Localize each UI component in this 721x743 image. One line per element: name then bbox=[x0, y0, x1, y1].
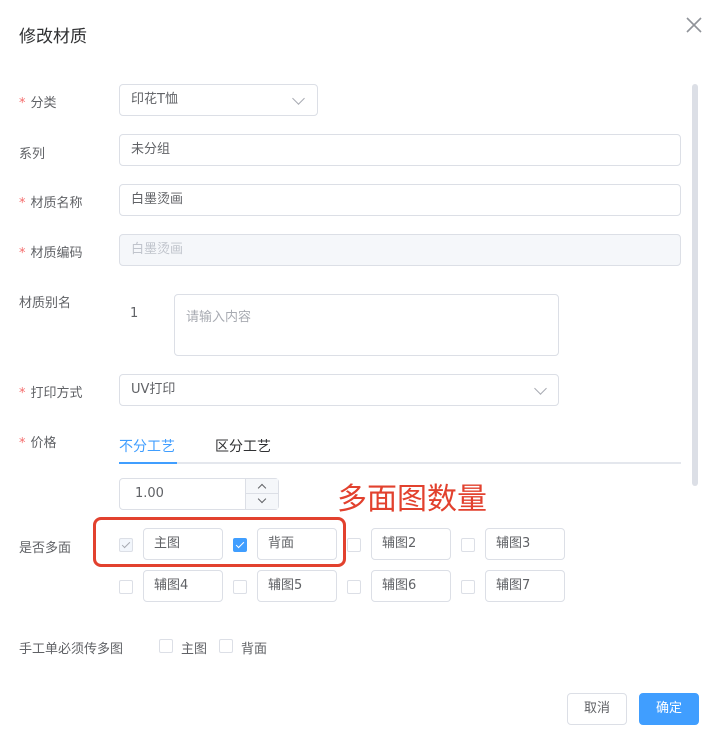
material-code-label-text: 材质编码 bbox=[30, 246, 83, 261]
tabs-divider bbox=[119, 462, 681, 464]
face-input-aux5[interactable]: 辅图5 bbox=[257, 570, 337, 602]
checkbox-face-aux2[interactable] bbox=[347, 538, 361, 552]
alias-textarea[interactable]: 请输入内容 bbox=[174, 294, 559, 356]
chevron-down-icon bbox=[534, 382, 547, 395]
cancel-button[interactable]: 取消 bbox=[567, 693, 627, 725]
price-label: * 价格 bbox=[19, 432, 57, 451]
series-label: 系列 bbox=[19, 147, 46, 162]
face-input-aux3[interactable]: 辅图3 bbox=[485, 528, 565, 560]
manual-required-label: 手工单必须传多图 bbox=[19, 642, 124, 657]
print-method-label: * 打印方式 bbox=[19, 382, 83, 401]
category-select[interactable]: 印花T恤 bbox=[119, 84, 318, 116]
print-method-select-value: UV打印 bbox=[131, 382, 176, 397]
category-label-text: 分类 bbox=[30, 96, 57, 111]
scrollbar-thumb[interactable] bbox=[692, 84, 698, 486]
print-method-select[interactable]: UV打印 bbox=[119, 374, 559, 406]
checkbox-face-aux6[interactable] bbox=[347, 580, 361, 594]
increase-button[interactable] bbox=[246, 479, 278, 494]
material-name-label-text: 材质名称 bbox=[30, 196, 83, 211]
material-name-input[interactable]: 白墨烫画 bbox=[119, 184, 681, 216]
price-number-input[interactable]: 1.00 bbox=[119, 478, 279, 510]
checkbox-face-aux7[interactable] bbox=[461, 580, 475, 594]
print-method-label-text: 打印方式 bbox=[30, 386, 83, 401]
alias-index: 1 bbox=[130, 306, 139, 321]
material-code-input: 白墨烫画 bbox=[119, 234, 681, 266]
alias-label: 材质别名 bbox=[19, 296, 72, 311]
manual-main-label: 主图 bbox=[181, 642, 208, 657]
series-input[interactable]: 未分组 bbox=[119, 134, 681, 166]
price-stepper bbox=[245, 479, 278, 509]
tab-no-process[interactable]: 不分工艺 bbox=[119, 436, 175, 456]
required-star: * bbox=[19, 246, 26, 261]
required-star: * bbox=[19, 436, 26, 451]
checkbox-face-aux5[interactable] bbox=[233, 580, 247, 594]
close-icon[interactable] bbox=[683, 14, 705, 36]
checkbox-face-aux4[interactable] bbox=[119, 580, 133, 594]
face-input-aux7[interactable]: 辅图7 bbox=[485, 570, 565, 602]
annotation-highlight-box bbox=[93, 517, 346, 567]
checkbox-face-aux3[interactable] bbox=[461, 538, 475, 552]
required-star: * bbox=[19, 386, 26, 401]
decrease-button[interactable] bbox=[246, 494, 278, 509]
chevron-down-icon bbox=[292, 92, 305, 105]
multi-face-label: 是否多面 bbox=[19, 541, 72, 556]
material-code-label: * 材质编码 bbox=[19, 242, 83, 261]
face-input-aux4[interactable]: 辅图4 bbox=[143, 570, 223, 602]
confirm-button[interactable]: 确定 bbox=[639, 693, 699, 725]
tab-by-process[interactable]: 区分工艺 bbox=[215, 436, 271, 456]
required-star: * bbox=[19, 96, 26, 111]
category-label: * 分类 bbox=[19, 92, 57, 111]
price-value: 1.00 bbox=[135, 486, 164, 501]
dialog-title: 修改材质 bbox=[19, 27, 87, 47]
category-select-value: 印花T恤 bbox=[131, 92, 178, 107]
manual-back-label: 背面 bbox=[241, 642, 268, 657]
face-input-aux2[interactable]: 辅图2 bbox=[371, 528, 451, 560]
annotation-text: 多面图数量 bbox=[337, 482, 487, 517]
checkbox-manual-main[interactable] bbox=[159, 639, 173, 653]
edit-material-dialog: 修改材质 * 分类 印花T恤 系列 未分组 * 材质名称 白墨烫画 * 材质编码 白墨… bbox=[0, 0, 721, 743]
required-star: * bbox=[19, 196, 26, 211]
tab-active-bar bbox=[119, 462, 177, 464]
material-name-label: * 材质名称 bbox=[19, 192, 83, 211]
face-input-aux6[interactable]: 辅图6 bbox=[371, 570, 451, 602]
checkbox-manual-back[interactable] bbox=[219, 639, 233, 653]
price-label-text: 价格 bbox=[30, 436, 57, 451]
